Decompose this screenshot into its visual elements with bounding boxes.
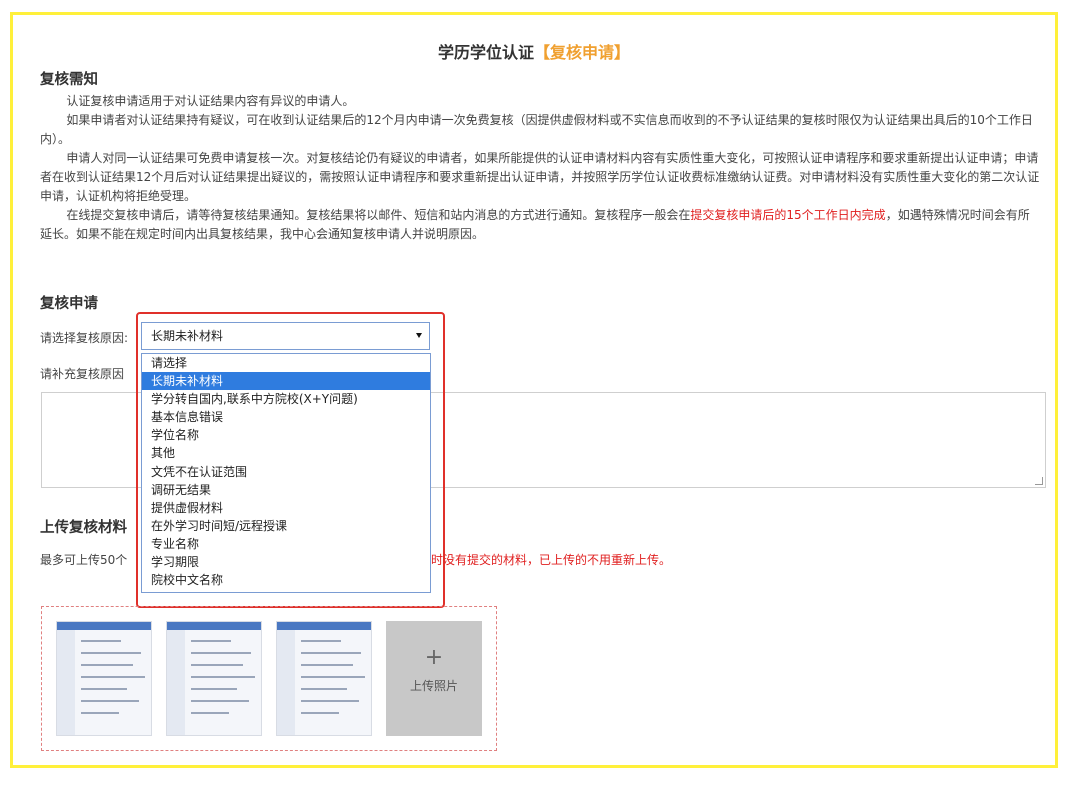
page-title: 学历学位认证【复核申请】 bbox=[13, 39, 1055, 63]
notice-paragraph-1: 认证复核申请适用于对认证结果内容有异议的申请人。 bbox=[66, 94, 355, 108]
thumb-line bbox=[191, 688, 237, 690]
thumb-line bbox=[191, 700, 249, 702]
notice-p4-before: 在线提交复核申请后，请等待复核结果通知。复核结果将以邮件、短信和站内消息的方式进… bbox=[66, 208, 691, 222]
thumb-sidebar bbox=[167, 630, 185, 735]
resize-grip-icon[interactable] bbox=[1035, 477, 1043, 485]
upload-area[interactable]: + 上传照片 bbox=[41, 606, 497, 751]
thumb-header bbox=[57, 622, 151, 630]
thumb-sidebar bbox=[277, 630, 295, 735]
notice-paragraph-3: 申请人对同一认证结果可免费申请复核一次。对复核结论仍有疑议的申请者，如果所能提供… bbox=[40, 151, 1040, 203]
plus-icon: + bbox=[424, 645, 444, 670]
upload-note-prefix: 最多可上传50个 bbox=[40, 553, 128, 567]
thumb-line bbox=[81, 700, 139, 702]
upload-thumbnail[interactable] bbox=[56, 621, 152, 736]
upload-note-highlight: 时没有提交的材料，已上传的不用重新上传。 bbox=[431, 553, 672, 567]
thumb-line bbox=[81, 664, 133, 666]
thumb-line bbox=[301, 664, 353, 666]
thumb-line bbox=[301, 712, 339, 714]
notice-body: 认证复核申请适用于对认证结果内容有异议的申请人。 如果申请者对认证结果持有疑议，… bbox=[40, 92, 1040, 244]
reason-option[interactable]: 学位名称 bbox=[142, 426, 430, 444]
reason-option[interactable]: 请选择 bbox=[142, 354, 430, 372]
reason-select[interactable]: 长期未补材料 bbox=[141, 322, 430, 350]
reason-dropdown-list[interactable]: 请选择 长期未补材料 学分转自国内,联系中方院校(X+Y问题) 基本信息错误 学… bbox=[141, 353, 431, 593]
thumb-line bbox=[301, 688, 347, 690]
supplement-label: 请补充复核原因 bbox=[40, 367, 125, 381]
reason-option[interactable]: 文凭不在认证范围 bbox=[142, 463, 430, 481]
thumb-header bbox=[277, 622, 371, 630]
thumb-line bbox=[191, 664, 243, 666]
thumb-line bbox=[191, 676, 255, 678]
reason-label: 请选择复核原因: bbox=[40, 331, 129, 345]
upload-thumbnail[interactable] bbox=[276, 621, 372, 736]
thumb-line bbox=[81, 688, 127, 690]
notice-paragraph-2: 如果申请者对认证结果持有疑议，可在收到认证结果后的12个月内申请一次免费复核（因… bbox=[40, 113, 1033, 146]
thumb-line bbox=[191, 640, 231, 642]
thumb-line bbox=[81, 712, 119, 714]
thumb-line bbox=[81, 676, 145, 678]
page-title-main: 学历学位认证 bbox=[437, 43, 534, 62]
chevron-down-icon bbox=[416, 333, 422, 338]
thumb-line bbox=[191, 652, 251, 654]
notice-paragraph-4: 在线提交复核申请后，请等待复核结果通知。复核结果将以邮件、短信和站内消息的方式进… bbox=[40, 206, 1040, 244]
reason-select-value: 长期未补材料 bbox=[151, 329, 224, 343]
reason-option[interactable]: 提供虚假材料 bbox=[142, 499, 430, 517]
thumb-line bbox=[81, 640, 121, 642]
thumb-line bbox=[301, 652, 361, 654]
thumb-sidebar bbox=[57, 630, 75, 735]
thumb-line bbox=[301, 700, 359, 702]
reason-option[interactable]: 在外学习时间短/远程授课 bbox=[142, 517, 430, 535]
reason-option[interactable]: 其他 bbox=[142, 444, 430, 462]
reason-option[interactable]: 院校中文名称 bbox=[142, 571, 430, 589]
page-title-accent: 【复核申请】 bbox=[534, 43, 631, 62]
thumb-line bbox=[301, 640, 341, 642]
reason-option[interactable]: 调研无结果 bbox=[142, 481, 430, 499]
reason-option[interactable]: 学分转自国内,联系中方院校(X+Y问题) bbox=[142, 390, 430, 408]
page-frame: 学历学位认证【复核申请】 复核需知 认证复核申请适用于对认证结果内容有异议的申请… bbox=[10, 12, 1058, 768]
notice-p4-highlight: 提交复核申请后的15个工作日内完成 bbox=[690, 208, 886, 222]
upload-heading: 上传复核材料 bbox=[40, 520, 127, 536]
thumb-line bbox=[191, 712, 229, 714]
form-heading: 复核申请 bbox=[40, 296, 98, 312]
reason-option-selected[interactable]: 长期未补材料 bbox=[142, 372, 430, 391]
upload-photo-label: 上传照片 bbox=[409, 679, 458, 693]
thumb-line bbox=[81, 652, 141, 654]
reason-option[interactable]: 专业名称 bbox=[142, 535, 430, 553]
reason-option[interactable]: 学习期限 bbox=[142, 553, 430, 571]
reason-option[interactable]: 基本信息错误 bbox=[142, 408, 430, 426]
thumb-line bbox=[301, 676, 365, 678]
notice-heading: 复核需知 bbox=[40, 72, 98, 88]
thumb-header bbox=[167, 622, 261, 630]
upload-thumbnail[interactable] bbox=[166, 621, 262, 736]
upload-photo-button[interactable]: + 上传照片 bbox=[386, 621, 482, 736]
